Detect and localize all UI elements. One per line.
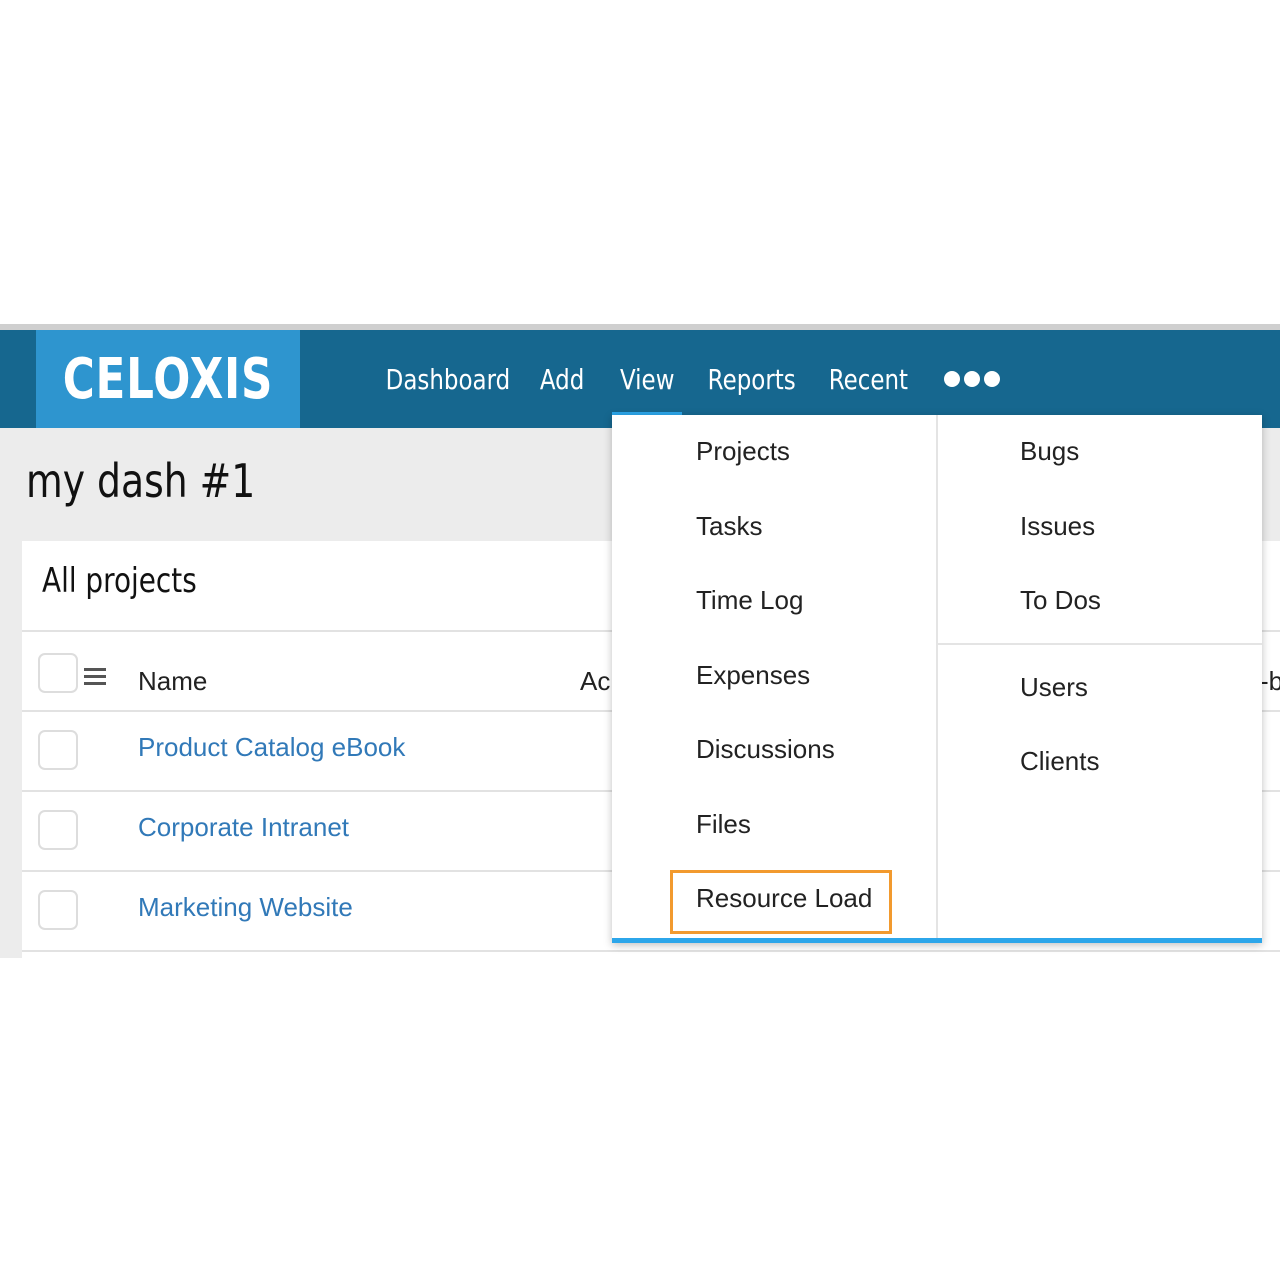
menu-column-divider bbox=[936, 415, 938, 939]
column-menu-icon[interactable] bbox=[84, 668, 106, 686]
menu-item-bugs[interactable]: Bugs bbox=[1020, 436, 1079, 467]
menu-item-clients[interactable]: Clients bbox=[1020, 746, 1099, 777]
row-checkbox[interactable] bbox=[38, 810, 78, 850]
celoxis-logo[interactable]: CELOXIS bbox=[36, 330, 300, 428]
column-header-partial[interactable]: -b bbox=[1260, 666, 1280, 697]
menu-item-users[interactable]: Users bbox=[1020, 672, 1088, 703]
nav-recent[interactable]: Recent bbox=[822, 330, 914, 428]
nav-add[interactable]: Add bbox=[532, 330, 592, 428]
top-navbar: CELOXIS Dashboard Add View Reports Recen… bbox=[0, 330, 1280, 428]
logo-text: CELOXIS bbox=[62, 346, 274, 412]
menu-item-tasks[interactable]: Tasks bbox=[696, 511, 762, 542]
menu-item-to-dos[interactable]: To Dos bbox=[1020, 585, 1101, 616]
select-all-checkbox[interactable] bbox=[38, 653, 78, 693]
app-window: CELOXIS Dashboard Add View Reports Recen… bbox=[0, 324, 1280, 958]
nav-dashboard[interactable]: Dashboard bbox=[381, 330, 515, 428]
column-header-name[interactable]: Name bbox=[138, 666, 207, 697]
nav-add-label: Add bbox=[539, 362, 585, 396]
menu-item-issues[interactable]: Issues bbox=[1020, 511, 1095, 542]
panel-title: All projects bbox=[42, 561, 197, 601]
menu-item-expenses[interactable]: Expenses bbox=[696, 660, 810, 691]
menu-item-files[interactable]: Files bbox=[696, 809, 751, 840]
page-title: my dash #1 bbox=[26, 454, 256, 508]
nav-view-label: View bbox=[619, 362, 675, 396]
nav-reports[interactable]: Reports bbox=[700, 330, 804, 428]
nav-recent-label: Recent bbox=[828, 362, 908, 396]
column-header-actual[interactable]: Ac bbox=[580, 666, 610, 697]
menu-item-projects[interactable]: Projects bbox=[696, 436, 790, 467]
menu-section-divider bbox=[938, 643, 1262, 645]
table-row-project-link[interactable]: Marketing Website bbox=[138, 892, 353, 923]
menu-item-discussions[interactable]: Discussions bbox=[696, 734, 835, 765]
row-checkbox[interactable] bbox=[38, 890, 78, 930]
table-row-project-link[interactable]: Product Catalog eBook bbox=[138, 732, 405, 763]
divider bbox=[22, 950, 1280, 952]
nav-reports-label: Reports bbox=[707, 362, 797, 396]
table-row-project-link[interactable]: Corporate Intranet bbox=[138, 812, 349, 843]
menu-item-time-log[interactable]: Time Log bbox=[696, 585, 803, 616]
row-checkbox[interactable] bbox=[38, 730, 78, 770]
nav-dashboard-label: Dashboard bbox=[385, 362, 511, 396]
menu-item-resource-load[interactable]: Resource Load bbox=[696, 883, 872, 914]
view-dropdown-menu: Projects Tasks Time Log Expenses Discuss… bbox=[612, 415, 1262, 943]
menu-bottom-accent-bar bbox=[612, 938, 1262, 943]
more-dots-icon[interactable] bbox=[944, 371, 1000, 387]
